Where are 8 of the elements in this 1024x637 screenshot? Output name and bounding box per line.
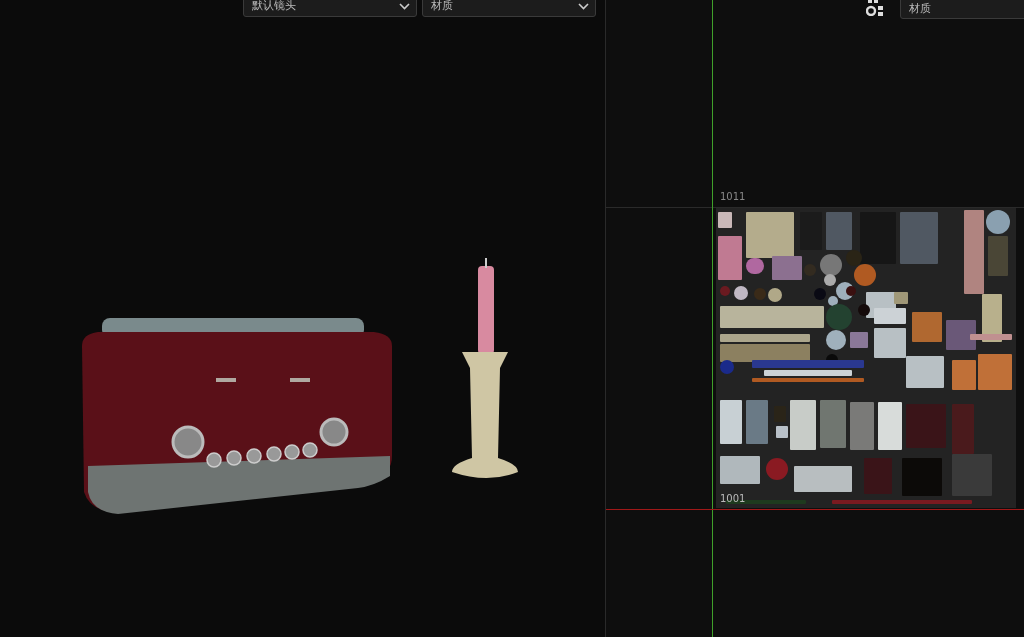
shading-dropdown[interactable]: 材质 (422, 0, 596, 17)
chevron-down-icon (578, 3, 589, 10)
camera-dropdown[interactable]: 默认镜头 (243, 0, 417, 17)
tile-label: 1011 (720, 191, 746, 202)
tile-label: 1001 (720, 493, 746, 504)
grid-icon[interactable] (866, 0, 886, 16)
material-field[interactable]: 材质 (900, 0, 1024, 19)
chevron-down-icon (399, 3, 410, 10)
